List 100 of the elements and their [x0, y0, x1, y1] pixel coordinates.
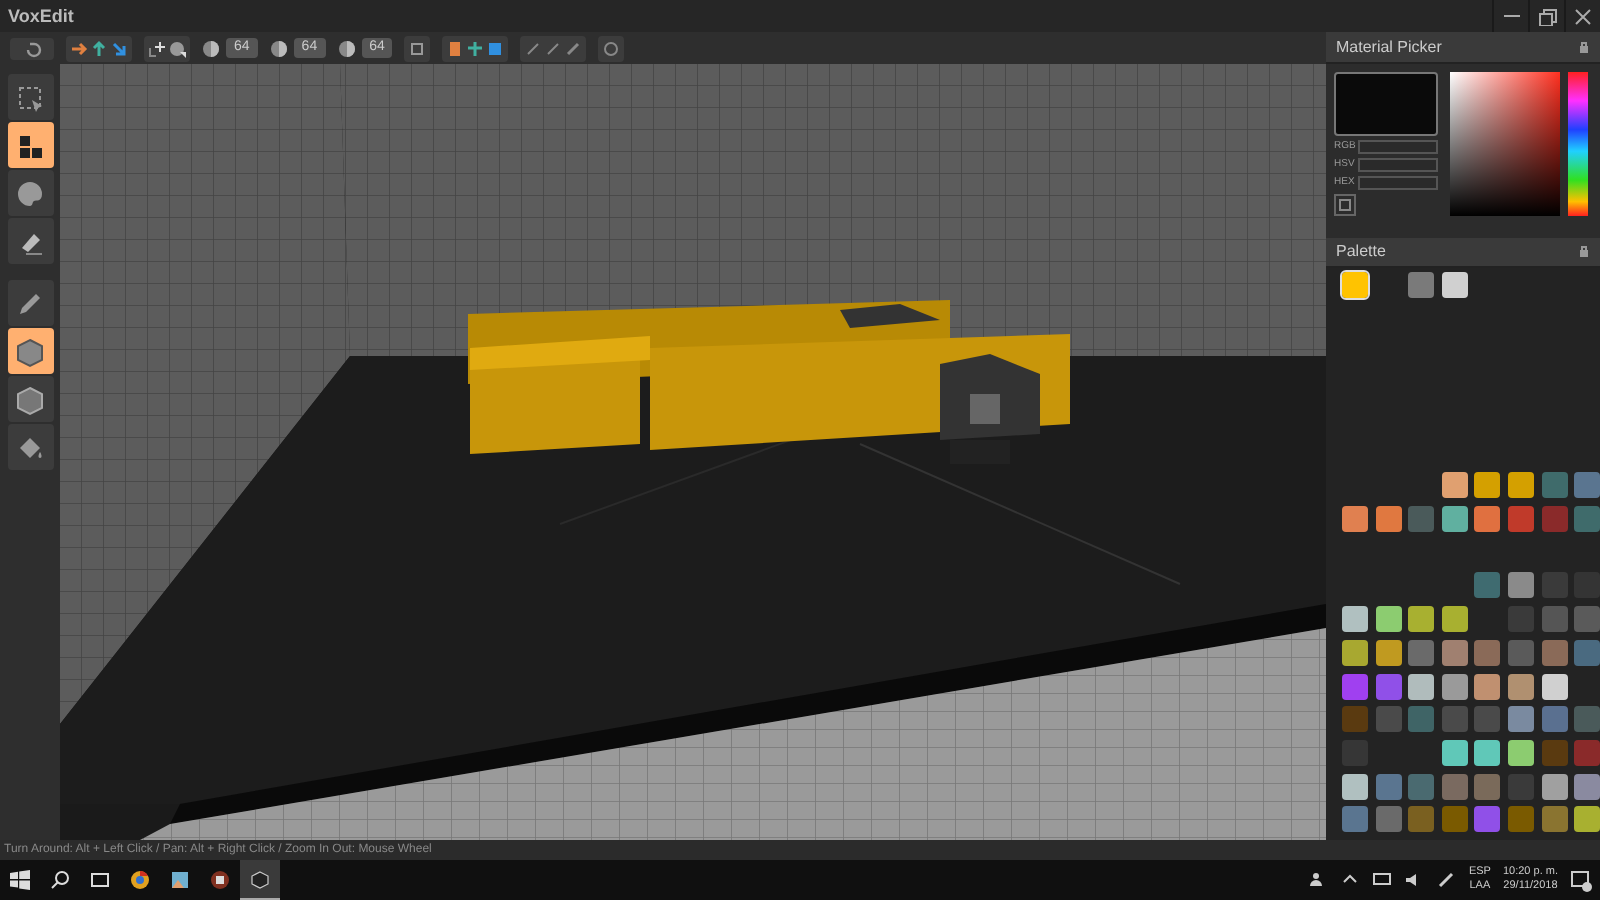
crop-icon[interactable]	[408, 39, 427, 57]
color-swatch[interactable]	[1474, 673, 1501, 700]
undo-button[interactable]	[10, 37, 54, 59]
tool-button[interactable]	[7, 376, 53, 422]
color-swatch[interactable]	[1574, 773, 1600, 800]
close-icon	[1572, 7, 1594, 25]
color-swatch[interactable]	[1507, 472, 1534, 499]
sphere-icon[interactable]	[168, 39, 186, 57]
lock-icon[interactable]	[1578, 244, 1590, 259]
3d-scene-drawing[interactable]	[60, 64, 1326, 840]
color-swatch[interactable]	[1441, 506, 1468, 533]
input-field[interactable]	[1358, 157, 1438, 172]
plus-grid-icon[interactable]	[148, 39, 166, 57]
color-swatch[interactable]	[1408, 272, 1435, 299]
color-swatch[interactable]	[1375, 639, 1402, 666]
color-swatch[interactable]	[1342, 639, 1368, 666]
color-swatch[interactable]	[1441, 272, 1468, 299]
color-swatch[interactable]	[1441, 472, 1468, 499]
color-swatch[interactable]	[1408, 673, 1435, 700]
tool-button[interactable]	[7, 328, 53, 374]
color-swatch[interactable]	[1541, 673, 1568, 700]
pen-icon[interactable]	[1436, 870, 1457, 890]
color-swatch[interactable]	[1342, 272, 1368, 299]
color-swatch[interactable]	[1507, 506, 1534, 533]
color-swatch[interactable]	[1474, 773, 1501, 800]
color-swatch[interactable]	[1574, 706, 1600, 733]
arrow-icon[interactable]	[466, 39, 485, 57]
color-swatch[interactable]	[1408, 639, 1435, 666]
color-swatch[interactable]	[1474, 706, 1501, 733]
color-swatch[interactable]	[1375, 506, 1402, 533]
color-swatch[interactable]	[1474, 739, 1501, 766]
task-view-icon	[90, 870, 110, 890]
cube-icon[interactable]	[486, 39, 505, 57]
color-swatch[interactable]	[1342, 773, 1368, 800]
color-swatch[interactable]	[1441, 806, 1468, 833]
color-swatch[interactable]	[1574, 506, 1600, 533]
color-swatch[interactable]	[1375, 706, 1402, 733]
color-swatch[interactable]	[1342, 606, 1368, 633]
input-field[interactable]	[1358, 175, 1438, 190]
color-swatch[interactable]	[1541, 472, 1568, 499]
color-swatch[interactable]	[1507, 572, 1534, 599]
tool-button[interactable]	[7, 424, 53, 470]
color-swatch[interactable]	[1441, 706, 1468, 733]
hue-strip[interactable]	[1568, 71, 1588, 216]
color-swatch[interactable]	[1375, 673, 1402, 700]
save-icon[interactable]	[1334, 193, 1356, 216]
color-swatch[interactable]	[1574, 606, 1600, 633]
color-swatch[interactable]	[1408, 606, 1435, 633]
color-swatch[interactable]	[1375, 806, 1402, 833]
color-swatch[interactable]	[1574, 472, 1600, 499]
tool-button[interactable]	[7, 170, 53, 216]
color-swatch[interactable]	[1342, 806, 1368, 833]
notifications-icon[interactable]	[1570, 869, 1592, 891]
color-swatch[interactable]	[1541, 606, 1568, 633]
arrow-icon[interactable]	[90, 39, 108, 57]
taskbar-app[interactable]	[240, 860, 280, 900]
color-swatch[interactable]	[1574, 739, 1600, 766]
color-swatch[interactable]	[1408, 506, 1435, 533]
color-swatch[interactable]	[1541, 639, 1568, 666]
color-swatch[interactable]	[1375, 606, 1402, 633]
color-swatch[interactable]	[1441, 606, 1468, 633]
tool-button[interactable]	[7, 122, 53, 168]
color-swatch[interactable]	[1408, 773, 1435, 800]
color-swatch[interactable]	[1507, 739, 1534, 766]
lock-icon[interactable]	[1578, 39, 1590, 54]
color-swatch[interactable]	[1474, 472, 1501, 499]
arrow-icon[interactable]	[110, 39, 128, 57]
cube-icon[interactable]	[446, 39, 465, 57]
tool-button[interactable]	[7, 74, 53, 120]
color-swatch[interactable]	[1474, 806, 1501, 833]
color-swatch[interactable]	[1507, 673, 1534, 700]
color-swatch[interactable]	[1507, 706, 1534, 733]
color-swatch[interactable]	[1408, 706, 1435, 733]
tool-button[interactable]	[7, 280, 53, 326]
color-swatch[interactable]	[1474, 506, 1501, 533]
color-swatch[interactable]	[1507, 639, 1534, 666]
color-swatch[interactable]	[1441, 673, 1468, 700]
color-swatch[interactable]	[1507, 806, 1534, 833]
color-swatch[interactable]	[1574, 806, 1600, 833]
color-swatch[interactable]	[1441, 639, 1468, 666]
color-swatch[interactable]	[1474, 639, 1501, 666]
arrow-icon[interactable]	[70, 39, 88, 57]
color-spectrum[interactable]	[1450, 71, 1560, 216]
color-swatch[interactable]	[1408, 806, 1435, 833]
window-title: VoxEdit	[6, 6, 74, 26]
color-swatch[interactable]	[1574, 639, 1600, 666]
color-swatch[interactable]	[1375, 773, 1402, 800]
color-swatch[interactable]	[1441, 739, 1468, 766]
color-swatch[interactable]	[1541, 739, 1568, 766]
color-swatch[interactable]	[1541, 806, 1568, 833]
color-swatch[interactable]	[1342, 673, 1368, 700]
color-swatch[interactable]	[1541, 506, 1568, 533]
color-swatch[interactable]	[1342, 506, 1368, 533]
input-field[interactable]	[1358, 139, 1438, 154]
color-swatch[interactable]	[1541, 773, 1568, 800]
color-swatch[interactable]	[1441, 773, 1468, 800]
color-swatch[interactable]	[1541, 706, 1568, 733]
color-swatch[interactable]	[1342, 706, 1368, 733]
color-swatch[interactable]	[1474, 572, 1501, 599]
tool-button[interactable]	[7, 218, 53, 264]
